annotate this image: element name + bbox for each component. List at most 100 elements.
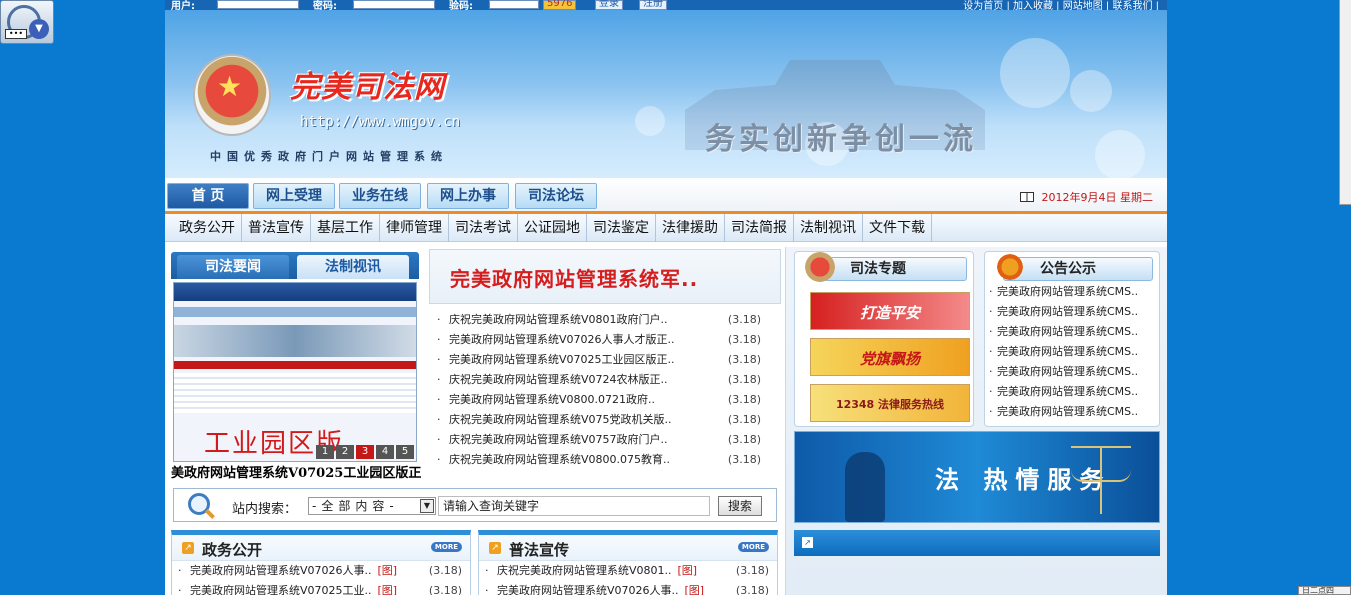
box-header: ↗ 普法宣传 MORE [479, 535, 777, 561]
list-item[interactable]: 完美政府网站管理系统CMS.. [985, 282, 1159, 302]
panel-header: 公告公示 [985, 252, 1159, 282]
list-item[interactable]: 完美政府网站管理系统CMS.. [985, 382, 1159, 402]
subnav-item[interactable]: 公证园地 [518, 214, 587, 242]
image-tag: [图] [677, 564, 698, 577]
list-item[interactable]: 完美政府网站管理系统CMS.. [985, 342, 1159, 362]
slide-page-button[interactable]: 1 [316, 445, 334, 459]
item-date: (3.18) [735, 584, 769, 595]
subnav-item[interactable]: 司法鉴定 [587, 214, 656, 242]
subnav-item[interactable]: 法律援助 [656, 214, 725, 242]
news-title[interactable]: 完美政府网站管理系统V0800.0721政府.. [449, 393, 655, 406]
item-title[interactable]: 完美政府网站管理系统V07026人事.. [497, 584, 679, 595]
list-item[interactable]: 完美政府网站管理系统CMS.. [985, 322, 1159, 342]
search-button[interactable]: 搜索 [718, 496, 762, 516]
news-slideshow[interactable]: 工业园区版 1 2 3 4 5 [173, 282, 417, 462]
news-date: (3.18) [727, 313, 761, 326]
sub-nav: 政务公开 普法宣传 基层工作 律师管理 司法考试 公证园地 司法鉴定 法律援助 司法简报 法制视讯… [165, 214, 1167, 242]
service-banner[interactable]: 法 热情服务 [794, 431, 1160, 523]
item-date: (3.18) [428, 584, 462, 595]
news-title[interactable]: 庆祝完美政府网站管理系统V0757政府门户.. [449, 433, 668, 446]
tab-justice-forum[interactable]: 司法论坛 [515, 183, 597, 209]
feature-banner-hotline[interactable]: 12348 法律服务热线 [810, 384, 970, 422]
news-title[interactable]: 完美政府网站管理系统V07025工业园区版正.. [449, 353, 675, 366]
bubble-decoration [1000, 38, 1070, 108]
tab-justice-news[interactable]: 司法要闻 [177, 255, 289, 279]
subnav-item[interactable]: 律师管理 [380, 214, 449, 242]
window-scrollbar[interactable] [1339, 0, 1351, 205]
current-date: 2012年9月4日 星期二 [1019, 189, 1153, 205]
news-title[interactable]: 庆祝完美政府网站管理系统V0724农林版正.. [449, 373, 668, 386]
main-content: 司法要闻 法制视讯 工业园区版 1 2 3 4 5 美政府网站管理系统V0702… [165, 247, 1167, 595]
slide-page-button[interactable]: 5 [396, 445, 414, 459]
list-item[interactable]: 庆祝完美政府网站管理系统V0801.. [图] (3.18) [479, 561, 777, 581]
panel-title: 公告公示 [1003, 257, 1153, 281]
news-date: (3.18) [727, 453, 761, 466]
subnav-item[interactable]: 法制视讯 [794, 214, 863, 242]
captcha-input[interactable] [489, 0, 539, 9]
headline-box[interactable]: 完美政府网站管理系统军.. [429, 249, 781, 304]
megaphone-icon [995, 252, 1025, 282]
list-item[interactable]: 完美政府网站管理系统V07026人事人才版正.. (3.18) [433, 330, 761, 350]
subnav-item[interactable]: 文件下载 [863, 214, 932, 242]
list-item[interactable]: 完美政府网站管理系统V07025工业.. [图] (3.18) [172, 581, 470, 595]
tab-online-acceptance[interactable]: 网上受理 [253, 183, 335, 209]
feature-banner-peace[interactable]: 打造平安 [810, 292, 970, 330]
list-item[interactable]: 完美政府网站管理系统V0800.0721政府.. (3.18) [433, 390, 761, 410]
special-topics-panel: 司法专题 打造平安 党旗飘扬 12348 法律服务热线 [794, 251, 974, 427]
list-item[interactable]: 完美政府网站管理系统V07025工业园区版正.. (3.18) [433, 350, 761, 370]
slide-page-button[interactable]: 4 [376, 445, 394, 459]
list-item[interactable]: 庆祝完美政府网站管理系统V0801政府门户.. (3.18) [433, 310, 761, 330]
slide-pager: 1 2 3 4 5 [314, 445, 414, 459]
news-title[interactable]: 庆祝完美政府网站管理系统V0800.075教育.. [449, 453, 670, 466]
password-input[interactable] [353, 0, 435, 9]
subnav-item[interactable]: 司法简报 [725, 214, 794, 242]
desktop-widget-icon[interactable]: ••• ▼ [0, 0, 54, 44]
list-item[interactable]: 庆祝完美政府网站管理系统V0800.075教育.. (3.18) [433, 450, 761, 470]
more-button[interactable]: MORE [737, 542, 769, 552]
chevron-down-icon[interactable]: ▼ [420, 499, 434, 513]
list-item[interactable]: 庆祝完美政府网站管理系统V0724农林版正.. (3.18) [433, 370, 761, 390]
item-title[interactable]: 完美政府网站管理系统V07026人事.. [190, 564, 372, 577]
list-item[interactable]: 完美政府网站管理系统V07026人事.. [图] (3.18) [172, 561, 470, 581]
tab-online-service[interactable]: 网上办事 [427, 183, 509, 209]
news-title[interactable]: 庆祝完美政府网站管理系统V0801政府门户.. [449, 313, 668, 326]
list-item[interactable]: 庆祝完美政府网站管理系统V0757政府门户.. (3.18) [433, 430, 761, 450]
slide-page-button[interactable]: 2 [336, 445, 354, 459]
tab-home[interactable]: 首 页 [167, 183, 249, 209]
feature-banner-party[interactable]: 党旗飘扬 [810, 338, 970, 376]
login-strip: 用户: 密码: 验码: 5976 登录 注册 设为首页 | 加入收藏 | 网站地… [165, 0, 1167, 10]
slide-title[interactable]: 美政府网站管理系统V07025工业园区版正式 [171, 462, 421, 481]
arrow-icon[interactable]: ↗ [802, 537, 813, 548]
box-header: ↗ 政务公开 MORE [172, 535, 470, 561]
search-scope-select[interactable]: -全部内容- ▼ [308, 497, 436, 515]
news-title[interactable]: 庆祝完美政府网站管理系统V075党政机关版.. [449, 413, 672, 426]
list-item[interactable]: 完美政府网站管理系统CMS.. [985, 362, 1159, 382]
more-button[interactable]: MORE [430, 542, 462, 552]
list-item[interactable]: 完美政府网站管理系统V07026人事.. [图] (3.18) [479, 581, 777, 595]
username-input[interactable] [217, 0, 299, 9]
subnav-item[interactable]: 普法宣传 [242, 214, 311, 242]
captcha-image[interactable]: 5976 [543, 0, 577, 10]
item-title[interactable]: 庆祝完美政府网站管理系统V0801.. [497, 564, 672, 577]
item-title[interactable]: 完美政府网站管理系统V07025工业.. [190, 584, 372, 595]
tab-business-online[interactable]: 业务在线 [339, 183, 421, 209]
subnav-item[interactable]: 政务公开 [173, 214, 242, 242]
news-tabs: 司法要闻 法制视讯 [171, 252, 419, 279]
list-item[interactable]: 完美政府网站管理系统CMS.. [985, 302, 1159, 322]
top-links[interactable]: 设为首页 | 加入收藏 | 网站地图 | 联系我们 | [963, 0, 1159, 10]
main-nav: 首 页 网上受理 业务在线 网上办事 司法论坛 2012年9月4日 星期二 [165, 178, 1167, 214]
register-button[interactable]: 注册 [639, 0, 667, 10]
list-item[interactable]: 庆祝完美政府网站管理系统V075党政机关版.. (3.18) [433, 410, 761, 430]
subnav-item[interactable]: 司法考试 [449, 214, 518, 242]
site-title: 完美司法网 [290, 70, 445, 105]
login-button[interactable]: 登录 [595, 0, 623, 10]
search-input[interactable]: 请输入查询关键字 [438, 496, 710, 516]
list-item[interactable]: 完美政府网站管理系统CMS.. [985, 402, 1159, 422]
headline-text[interactable]: 完美政府网站管理系统军.. [450, 263, 698, 292]
news-title[interactable]: 完美政府网站管理系统V07026人事人才版正.. [449, 333, 675, 346]
subnav-item[interactable]: 基层工作 [311, 214, 380, 242]
tab-legal-video[interactable]: 法制视讯 [297, 255, 409, 279]
username-label: 用户: [171, 1, 195, 10]
slide-page-button-active[interactable]: 3 [356, 445, 374, 459]
site-subtitle: 中国优秀政府门户网站管理系统 [210, 150, 448, 163]
